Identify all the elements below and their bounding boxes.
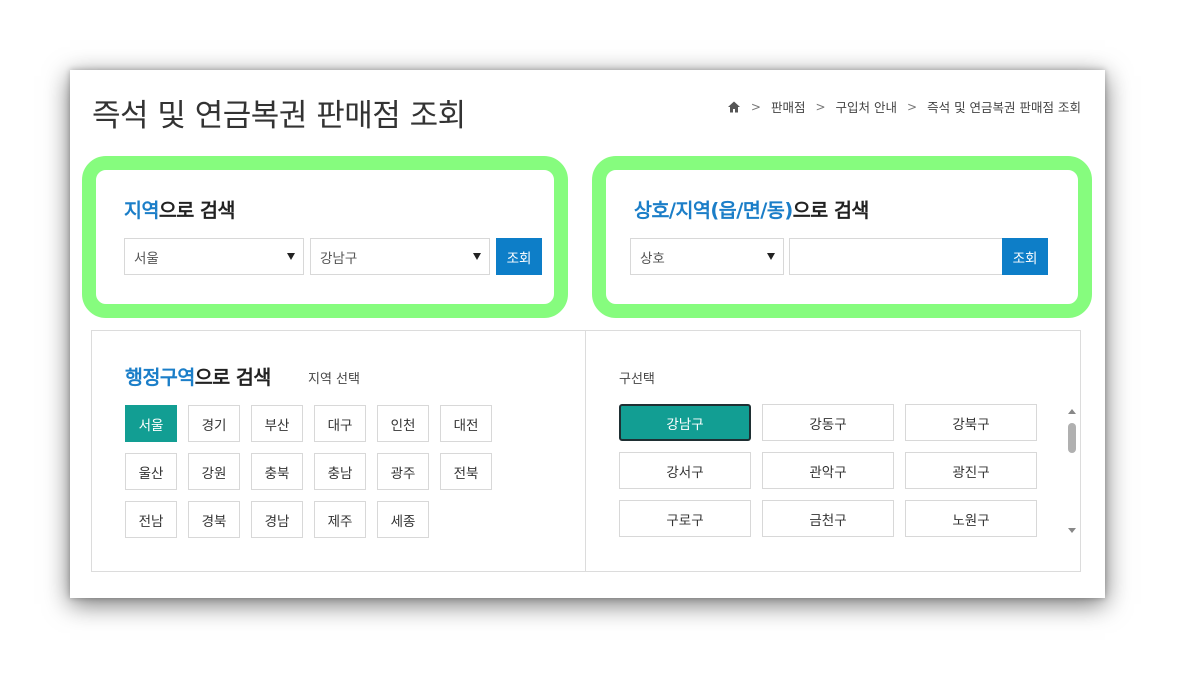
region-button[interactable]: 전북 [440,453,492,490]
region-button[interactable]: 제주 [314,501,366,538]
district-button[interactable]: 강서구 [619,452,751,489]
district-button[interactable]: 강북구 [905,404,1037,441]
page-title: 즉석 및 연금복권 판매점 조회 [92,98,466,134]
region-button[interactable]: 광주 [377,453,429,490]
region-button[interactable]: 강원 [188,453,240,490]
name-search-title: 상호/지역(읍/면/동)으로 검색 [634,199,869,222]
region-button[interactable]: 대구 [314,405,366,442]
dropdown-arrow-icon [767,253,775,260]
region-button[interactable]: 울산 [125,453,177,490]
district-grid: 강남구 강동구 강북구강서구 관악구 광진구구로구 금천구 노원구 [619,404,1059,540]
district-select-label: 구선택 [619,372,655,387]
admin-search-title: 행정구역으로 검색 [125,366,271,389]
breadcrumb-item[interactable]: 판매점 [771,97,806,116]
chevron-right-icon: > [750,99,761,114]
breadcrumb-item-current: 즉석 및 연금복권 판매점 조회 [927,100,1081,115]
chevron-right-icon: > [815,99,826,114]
section-divider [585,331,586,571]
district-button[interactable]: 강남구 [619,404,751,441]
region-select-label: 지역 선택 [308,372,360,387]
district-button[interactable]: 관악구 [762,452,894,489]
chevron-right-icon: > [907,99,918,114]
admin-search-section: 행정구역으로 검색 지역 선택 서울 경기 부산 대구 인천 대전울산 강원 충북 충남 광주 전북… [91,330,1081,572]
region-grid: 서울 경기 부산 대구 인천 대전울산 강원 충북 충남 광주 전북전남 경북 경남 제주 세종 [125,405,565,549]
region-button[interactable]: 대전 [440,405,492,442]
region-button[interactable]: 전남 [125,501,177,538]
breadcrumb: > 판매점 > 구입처 안내 > 즉석 및 연금복권 판매점 조회 [727,97,1081,116]
scroll-up-icon[interactable] [1068,409,1076,414]
district-button[interactable]: 강동구 [762,404,894,441]
breadcrumb-item[interactable]: 구입처 안내 [836,97,897,116]
district-scrollbar[interactable] [1066,407,1078,535]
scroll-down-icon[interactable] [1068,528,1076,533]
district-button[interactable]: 노원구 [905,500,1037,537]
search-type-select[interactable]: 상호 [630,238,784,275]
keyword-input[interactable] [789,238,1003,275]
scroll-thumb[interactable] [1068,423,1076,453]
main-panel: 즉석 및 연금복권 판매점 조회 > 판매점 > 구입처 안내 > 즉석 및 연… [70,70,1105,598]
region-button[interactable]: 인천 [377,405,429,442]
region-button[interactable]: 경남 [251,501,303,538]
region-search-box: 지역으로 검색 서울 강남구 조회 [82,156,568,318]
home-icon[interactable] [727,100,741,114]
dropdown-arrow-icon [287,253,295,260]
name-search-box: 상호/지역(읍/면/동)으로 검색 상호 조회 [592,156,1092,318]
district-button[interactable]: 광진구 [905,452,1037,489]
region-button[interactable]: 경기 [188,405,240,442]
region-button[interactable]: 서울 [125,405,177,442]
district-select[interactable]: 강남구 [310,238,490,275]
name-search-button[interactable]: 조회 [1002,238,1048,275]
region-button[interactable]: 부산 [251,405,303,442]
province-select[interactable]: 서울 [124,238,304,275]
district-button[interactable]: 구로구 [619,500,751,537]
region-button[interactable]: 경북 [188,501,240,538]
region-search-button[interactable]: 조회 [496,238,542,275]
district-button[interactable]: 금천구 [762,500,894,537]
region-button[interactable]: 충북 [251,453,303,490]
dropdown-arrow-icon [473,253,481,260]
region-button[interactable]: 충남 [314,453,366,490]
region-search-title: 지역으로 검색 [124,199,235,222]
region-button[interactable]: 세종 [377,501,429,538]
